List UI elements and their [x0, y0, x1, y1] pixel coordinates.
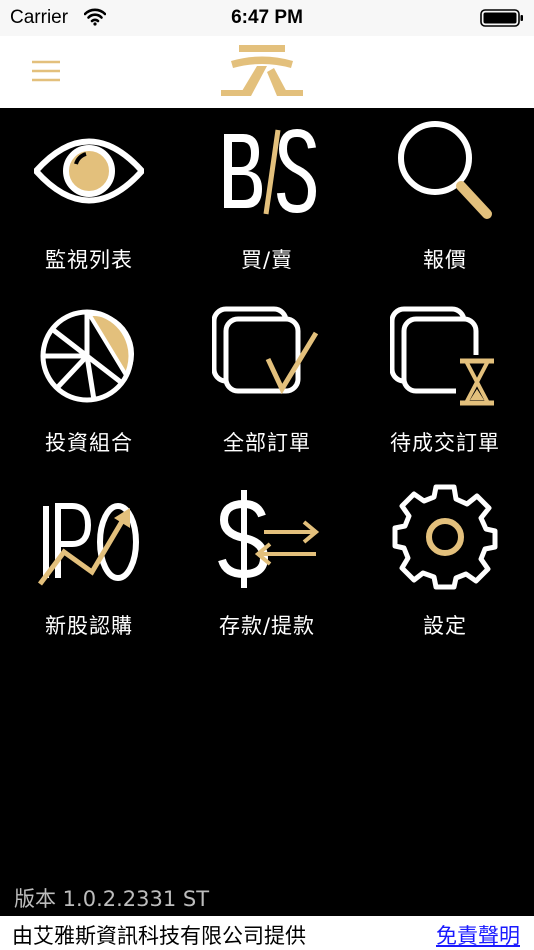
menu-item-label: 待成交訂單 — [390, 431, 500, 455]
buy-sell-icon — [212, 116, 322, 226]
pending-orders-icon — [389, 299, 500, 409]
menu-item-label: 監視列表 — [45, 248, 133, 272]
menu-item-label: 新股認購 — [45, 614, 133, 638]
nav-bar — [0, 36, 534, 108]
menu-item-portfolio[interactable]: 投資組合 — [0, 291, 178, 474]
menu-item-watchlist[interactable]: 監視列表 — [0, 108, 178, 291]
menu-item-deposit-withdraw[interactable]: 存款/提款 — [178, 474, 356, 657]
status-time: 6:47 PM — [231, 7, 303, 28]
menu-item-label: 存款/提款 — [218, 614, 316, 638]
menu-item-label: 報價 — [423, 248, 467, 272]
menu-item-quote[interactable]: 報價 — [356, 108, 534, 291]
gear-icon — [390, 482, 500, 592]
menu-item-all-orders[interactable]: 全部訂單 — [178, 291, 356, 474]
menu-item-label: 投資組合 — [45, 431, 133, 455]
app-version: 版本 1.0.2.2331 ST — [14, 887, 210, 911]
dollar-transfer-icon — [212, 482, 322, 592]
menu-item-buy-sell[interactable]: 買/賣 — [178, 108, 356, 291]
pie-chart-icon — [34, 299, 144, 409]
menu-item-settings[interactable]: 設定 — [356, 474, 534, 657]
menu-item-ipo[interactable]: 新股認購 — [0, 474, 178, 657]
menu-item-label: 設定 — [423, 614, 467, 638]
status-bar: Carrier 6:47 PM — [0, 0, 534, 36]
ipo-icon — [34, 482, 144, 592]
menu-item-pending-orders[interactable]: 待成交訂單 — [356, 291, 534, 474]
eye-icon — [31, 116, 147, 226]
magnifier-icon — [390, 116, 500, 226]
footer-bar: 由艾雅斯資訊科技有限公司提供 免責聲明 — [0, 916, 534, 950]
disclaimer-link[interactable]: 免責聲明 — [436, 920, 520, 950]
brand-logo-icon — [221, 42, 303, 104]
provider-text: 由艾雅斯資訊科技有限公司提供 — [12, 924, 306, 948]
orders-check-icon — [211, 299, 322, 409]
menu-item-label: 全部訂單 — [223, 431, 311, 455]
battery-icon — [480, 9, 524, 31]
hamburger-menu-icon[interactable] — [28, 56, 64, 88]
menu-item-label: 買/賣 — [240, 248, 294, 272]
